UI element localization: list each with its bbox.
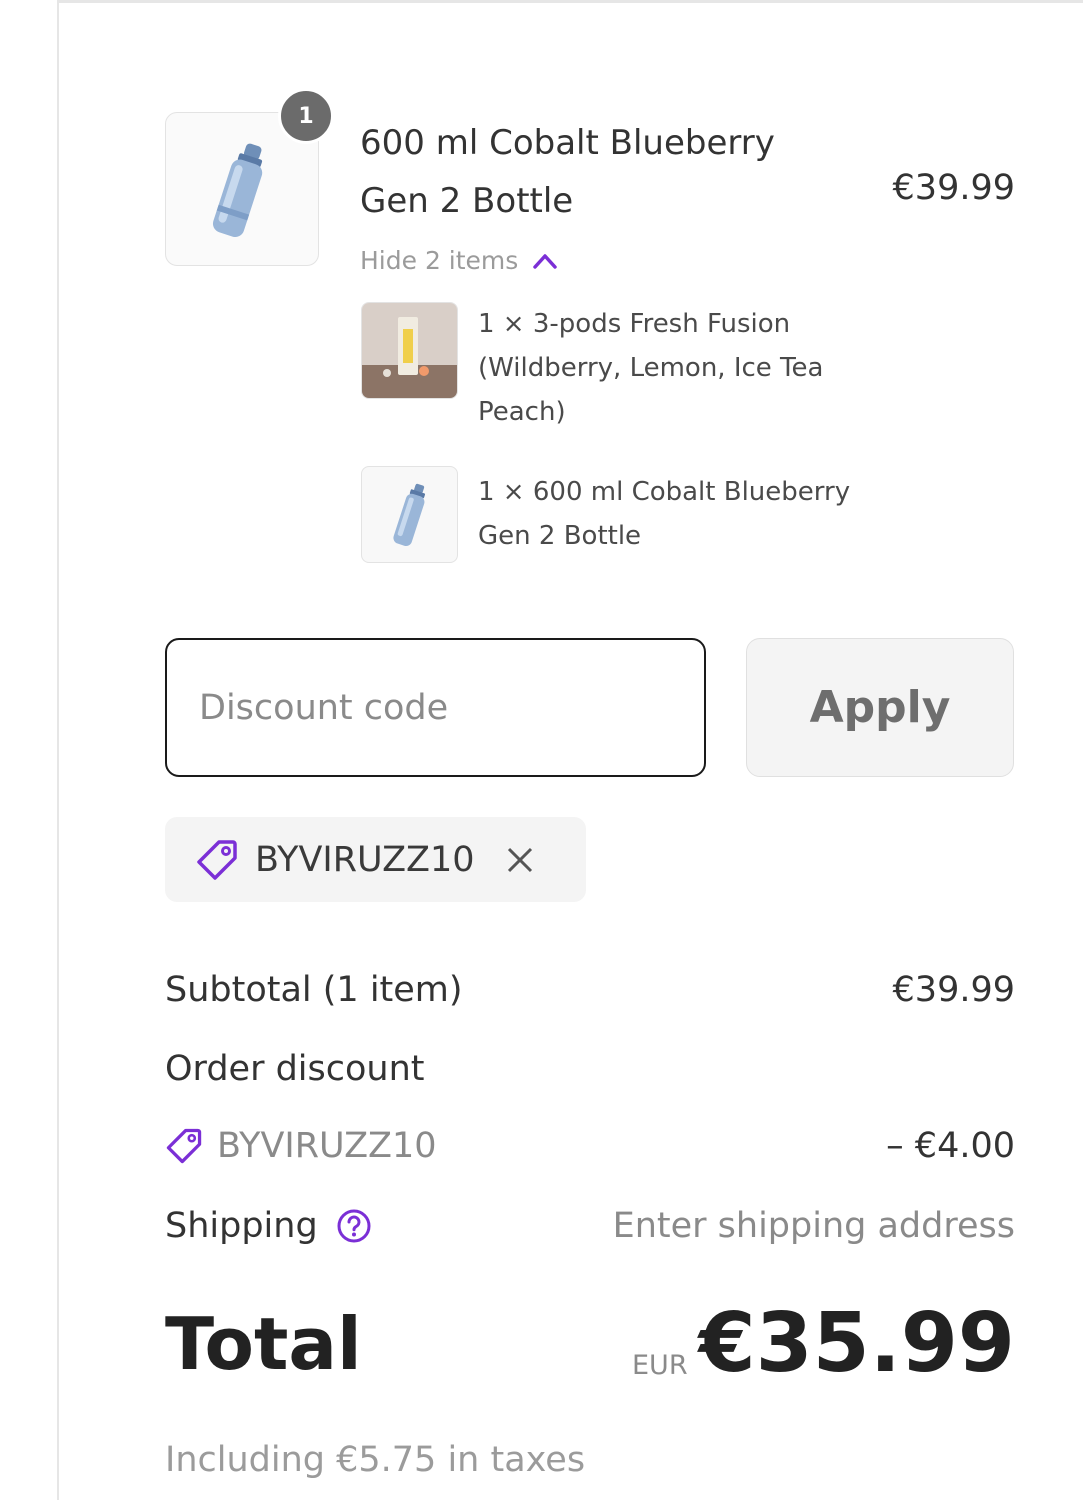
top-divider: [57, 0, 1083, 3]
tag-icon: [166, 1128, 202, 1164]
currency-code: EUR: [632, 1350, 688, 1381]
order-discount-code: BYVIRUZZ10: [217, 1126, 437, 1166]
total-label: Total: [165, 1302, 362, 1386]
product-price: €39.99: [892, 168, 1015, 208]
applied-discount-chip: BYVIRUZZ10: [165, 817, 586, 902]
tag-icon: [197, 839, 237, 880]
water-bottle-icon: [393, 483, 426, 547]
quantity-badge: 1: [278, 88, 334, 144]
shipping-value: Enter shipping address: [612, 1206, 1015, 1246]
subtotal-label: Subtotal (1 item): [165, 970, 463, 1010]
chevron-up-icon: [533, 253, 558, 269]
product-title: 600 ml Cobalt Blueberry Gen 2 Bottle: [360, 123, 775, 221]
subtotal-value: €39.99: [892, 970, 1015, 1010]
order-discount-label: Order discount: [165, 1049, 425, 1089]
bundle-item-text: 1 × 600 ml Cobalt Blueberry Gen 2 Bottle: [478, 477, 851, 551]
shipping-label-group: Shipping: [165, 1206, 372, 1246]
bundle-item-text: 1 × 3-pods Fresh Fusion (Wildberry, Lemo…: [478, 309, 824, 427]
tax-note: Including €5.75 in taxes: [165, 1440, 586, 1480]
water-bottle-icon: [212, 143, 263, 238]
shipping-label: Shipping: [165, 1206, 318, 1246]
help-circle-icon[interactable]: [336, 1208, 372, 1244]
flavor-pods-icon: [362, 303, 457, 398]
bundle-item-thumbnail: [361, 466, 458, 563]
close-icon: [507, 847, 532, 872]
order-discount-code-line: BYVIRUZZ10: [165, 1126, 437, 1166]
hide-items-toggle[interactable]: Hide 2 items: [360, 246, 558, 275]
remove-discount-button[interactable]: [505, 845, 535, 875]
discount-code-input[interactable]: [165, 638, 706, 777]
left-divider: [57, 0, 59, 1500]
total-value: €35.99: [698, 1296, 1015, 1391]
applied-discount-code: BYVIRUZZ10: [255, 839, 475, 880]
apply-button[interactable]: Apply: [746, 638, 1014, 777]
bundle-item-thumbnail: [361, 302, 458, 399]
order-discount-value: – €4.00: [886, 1126, 1015, 1166]
order-summary-panel: 1 600 ml Cobalt Blueberry Gen 2 Bottle €…: [0, 0, 1083, 1500]
hide-items-label: Hide 2 items: [360, 246, 519, 275]
